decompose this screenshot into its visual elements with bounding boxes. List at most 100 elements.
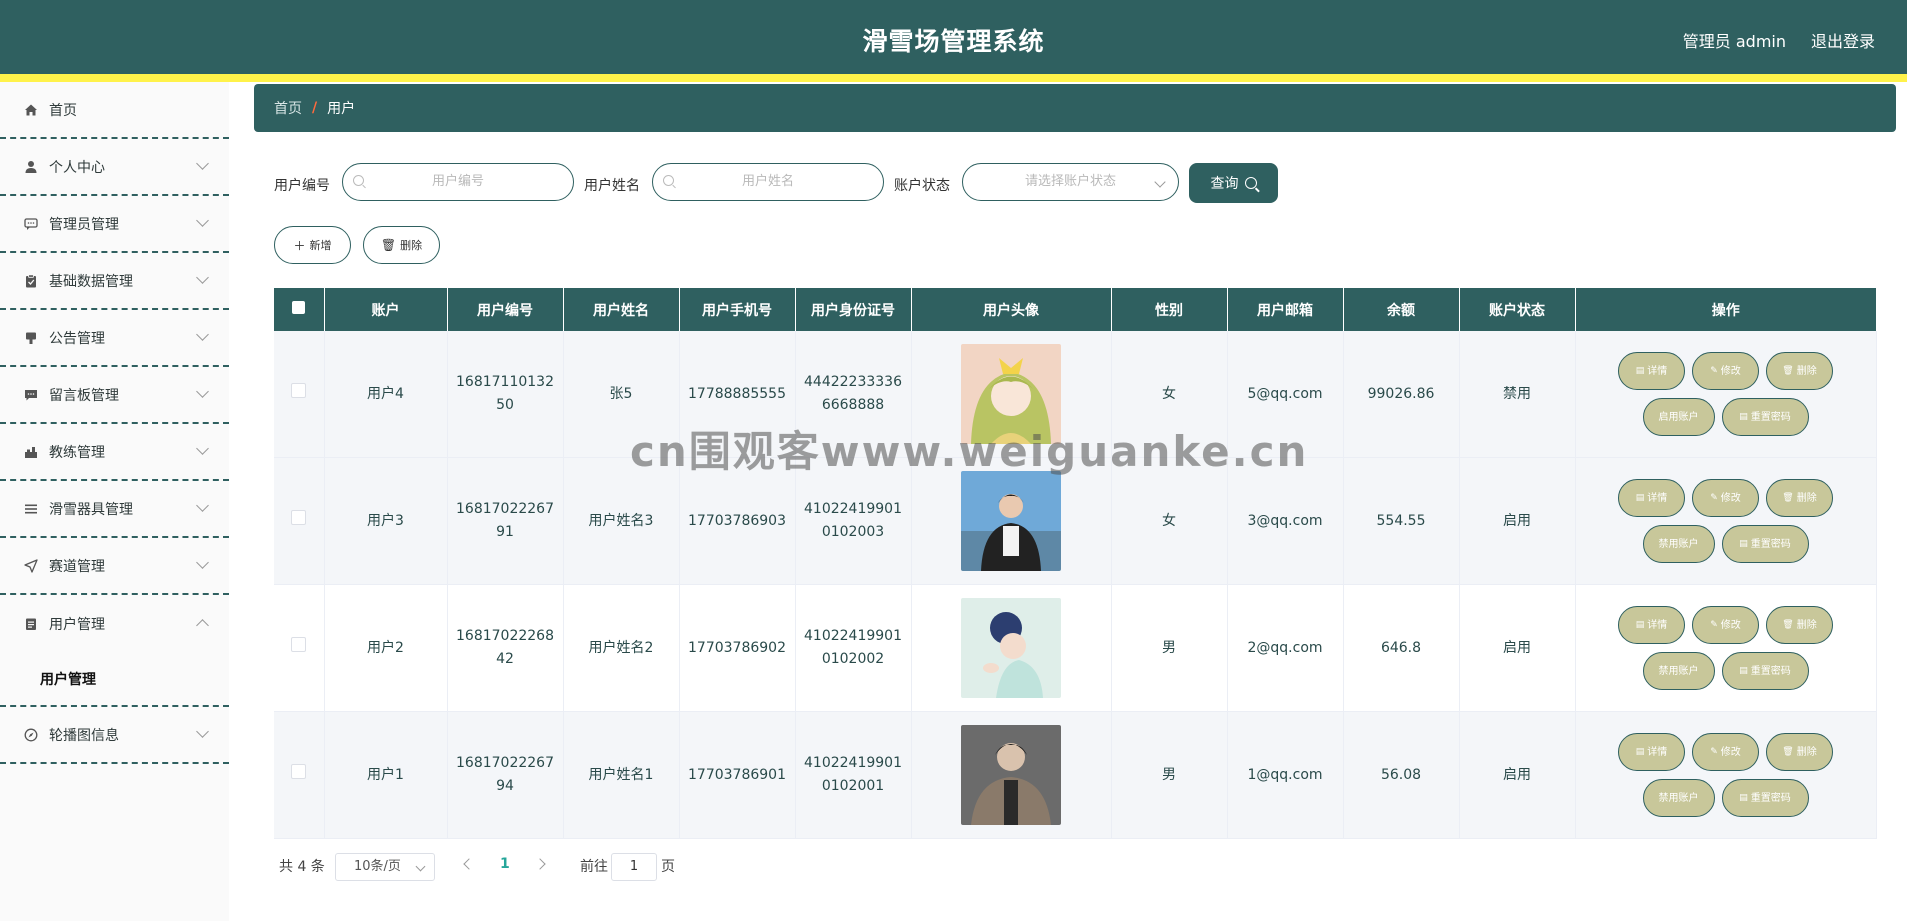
toggle-account-button[interactable]: 禁用账户 <box>1642 652 1715 690</box>
toggle-account-label: 禁用账户 <box>1658 665 1699 677</box>
reset-password-button[interactable]: ▤ 重置密码 <box>1721 779 1809 817</box>
breadcrumb: 首页 / 用户 <box>254 84 1896 132</box>
delete-button[interactable]: 🗑 删除 <box>1766 352 1833 390</box>
pagination-current-page[interactable]: 1 <box>500 856 510 872</box>
sidebar-item-ski-equipment[interactable]: 滑雪器具管理 <box>0 481 229 538</box>
sidebar-item-profile[interactable]: 个人中心 <box>0 139 229 196</box>
sidebar-item-admin-management[interactable]: 管理员管理 <box>0 196 229 253</box>
status-select[interactable]: 请选择账户状态 <box>962 163 1179 201</box>
sidebar-subitem-user-management[interactable]: 用户管理 <box>0 652 229 705</box>
detail-button[interactable]: ▤ 详情 <box>1618 733 1685 771</box>
sidebar-item-label: 个人中心 <box>49 159 105 176</box>
user-table: 账户 用户编号 用户姓名 用户手机号 用户身份证号 用户头像 性别 用户邮箱 余… <box>274 288 1877 839</box>
coach-icon <box>23 444 39 460</box>
row-checkbox[interactable] <box>291 763 307 779</box>
sidebar-item-tracks[interactable]: 赛道管理 <box>0 538 229 595</box>
delete-button[interactable]: 🗑 删除 <box>1766 606 1833 644</box>
reset-password-button[interactable]: ▤ 重置密码 <box>1721 652 1809 690</box>
row-select-cell[interactable] <box>274 711 325 839</box>
row-select-cell[interactable] <box>274 331 325 458</box>
user-avatar[interactable] <box>961 598 1061 698</box>
batch-delete-button[interactable]: 🗑 删除 <box>363 226 440 264</box>
detail-button[interactable]: ▤ 详情 <box>1618 606 1685 644</box>
add-button[interactable]: ＋ 新增 <box>274 226 351 264</box>
detail-button[interactable]: ▤ 详情 <box>1618 352 1685 390</box>
toggle-account-button[interactable]: 禁用账户 <box>1642 779 1715 817</box>
delete-button[interactable]: 🗑 删除 <box>1766 479 1833 517</box>
sidebar-item-label: 留言板管理 <box>49 387 119 404</box>
edit-button[interactable]: ✎ 修改 <box>1692 352 1759 390</box>
edit-button[interactable]: ✎ 修改 <box>1692 733 1759 771</box>
column-header: 用户姓名 <box>563 288 680 331</box>
document-icon: ▤ <box>1635 746 1645 757</box>
cell-id-card: 410224199010102001 <box>795 711 912 839</box>
logout-button[interactable]: 退出登录 <box>1811 28 1875 52</box>
breadcrumb-home[interactable]: 首页 <box>274 98 302 118</box>
toggle-account-label: 启用账户 <box>1658 411 1699 423</box>
delete-label: 删除 <box>1796 365 1817 377</box>
sidebar-item-carousel[interactable]: 轮播图信息 <box>0 707 229 764</box>
pagination-total: 共 4 条 <box>279 859 325 875</box>
clipboard-icon <box>23 273 39 289</box>
detail-button[interactable]: ▤ 详情 <box>1618 479 1685 517</box>
edit-button[interactable]: ✎ 修改 <box>1692 479 1759 517</box>
next-page-icon[interactable] <box>534 858 546 870</box>
sidebar-item-message-board[interactable]: 留言板管理 <box>0 367 229 424</box>
document-icon: ▤ <box>1739 538 1748 549</box>
cell-account: 用户2 <box>324 584 448 712</box>
sidebar-item-label: 公告管理 <box>49 330 105 347</box>
sidebar-item-label: 基础数据管理 <box>49 273 133 290</box>
row-select-cell[interactable] <box>274 584 325 712</box>
sidebar-item-announcements[interactable]: 公告管理 <box>0 310 229 367</box>
row-checkbox[interactable] <box>291 382 307 398</box>
detail-label: 详情 <box>1647 746 1668 758</box>
user-avatar[interactable] <box>961 344 1061 444</box>
cell-operations: ▤ 详情 ✎ 修改 🗑 删除 启用账户 ▤ 重置密码 <box>1575 331 1877 458</box>
cell-gender: 男 <box>1111 711 1228 839</box>
toggle-account-button[interactable]: 禁用账户 <box>1642 525 1715 563</box>
chevron-down-icon <box>196 328 209 341</box>
page-size-select[interactable]: 10条/页 <box>335 853 435 881</box>
reset-password-button[interactable]: ▤ 重置密码 <box>1721 398 1809 436</box>
row-checkbox[interactable] <box>291 509 307 525</box>
sidebar-item-home[interactable]: 首页 <box>0 82 229 139</box>
user-no-input[interactable]: 用户编号 <box>342 163 574 201</box>
cell-operations: ▤ 详情 ✎ 修改 🗑 删除 禁用账户 ▤ 重置密码 <box>1575 584 1877 712</box>
select-all-header[interactable] <box>274 288 325 331</box>
query-button[interactable]: 查询 <box>1189 163 1278 203</box>
goto-page-input[interactable]: 1 <box>611 853 657 881</box>
select-all-checkbox[interactable] <box>292 301 306 314</box>
search-icon <box>353 175 364 186</box>
sidebar-item-label: 滑雪器具管理 <box>49 501 133 518</box>
trash-icon: 🗑 <box>1782 746 1794 757</box>
row-checkbox[interactable] <box>291 636 307 652</box>
cell-balance: 56.08 <box>1343 711 1460 839</box>
user-avatar[interactable] <box>961 471 1061 571</box>
reset-password-button[interactable]: ▤ 重置密码 <box>1721 525 1809 563</box>
document-icon: ▤ <box>1635 365 1645 376</box>
cell-user-no: 1681702226842 <box>447 584 564 712</box>
toggle-account-button[interactable]: 启用账户 <box>1642 398 1715 436</box>
megaphone-icon <box>23 330 39 346</box>
column-header: 用户邮箱 <box>1227 288 1344 331</box>
column-header: 账户状态 <box>1459 288 1576 331</box>
sidebar-item-label: 用户管理 <box>49 616 105 633</box>
sidebar-item-user-management[interactable]: 用户管理 <box>0 595 229 652</box>
cell-balance: 99026.86 <box>1343 331 1460 458</box>
chevron-down-icon <box>196 385 209 398</box>
prev-page-icon[interactable] <box>463 858 475 870</box>
edit-button[interactable]: ✎ 修改 <box>1692 606 1759 644</box>
sidebar-item-coaches[interactable]: 教练管理 <box>0 424 229 481</box>
column-header: 用户手机号 <box>679 288 796 331</box>
row-select-cell[interactable] <box>274 457 325 585</box>
delete-button[interactable]: 🗑 删除 <box>1766 733 1833 771</box>
user-no-placeholder: 用户编号 <box>431 174 484 189</box>
user-avatar[interactable] <box>961 725 1061 825</box>
sidebar-item-base-data[interactable]: 基础数据管理 <box>0 253 229 310</box>
sidebar-group-user-management: 用户管理 用户管理 <box>0 595 229 707</box>
cell-status: 禁用 <box>1459 331 1576 458</box>
cell-name: 张5 <box>563 331 680 458</box>
cell-email: 1@qq.com <box>1227 711 1344 839</box>
cell-phone: 17703786902 <box>679 584 796 712</box>
user-name-input[interactable]: 用户姓名 <box>652 163 884 201</box>
